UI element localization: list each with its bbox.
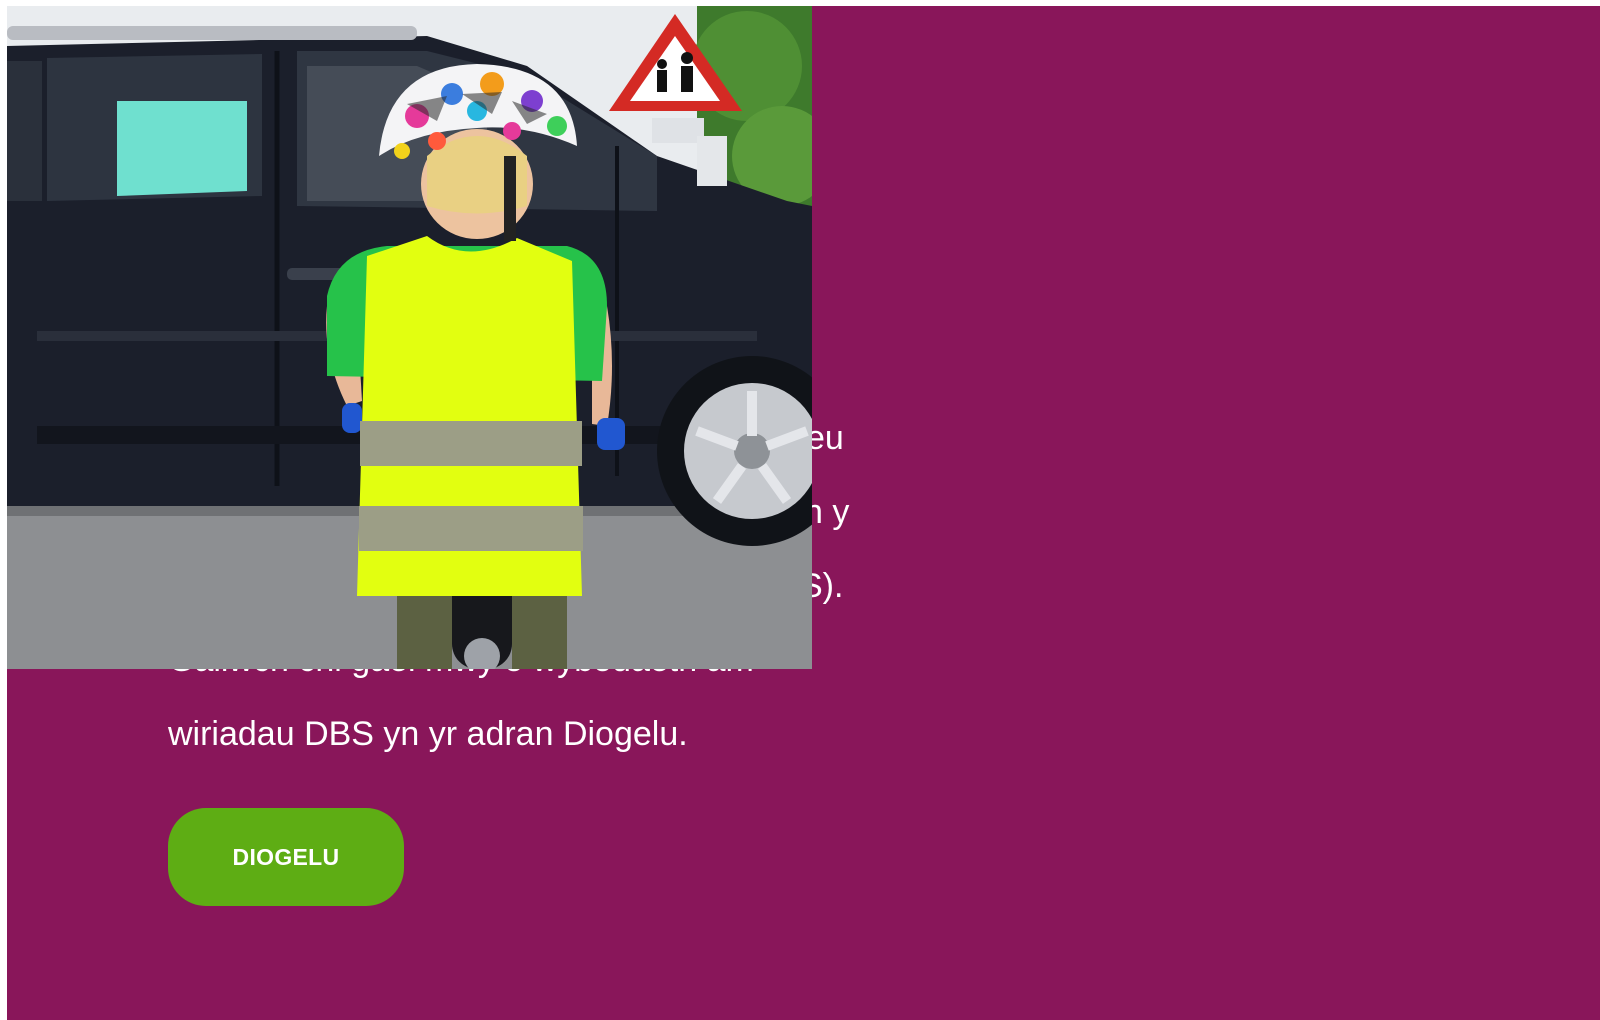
hero-photo (7, 6, 812, 669)
content-section: eu n y S). Gallwch chi gael mwy o wyboda… (7, 6, 1600, 1020)
diogelu-button[interactable]: DIOGELU (168, 808, 404, 906)
paragraph-line: wiriadau DBS yn yr adran Diogelu. (168, 715, 688, 753)
